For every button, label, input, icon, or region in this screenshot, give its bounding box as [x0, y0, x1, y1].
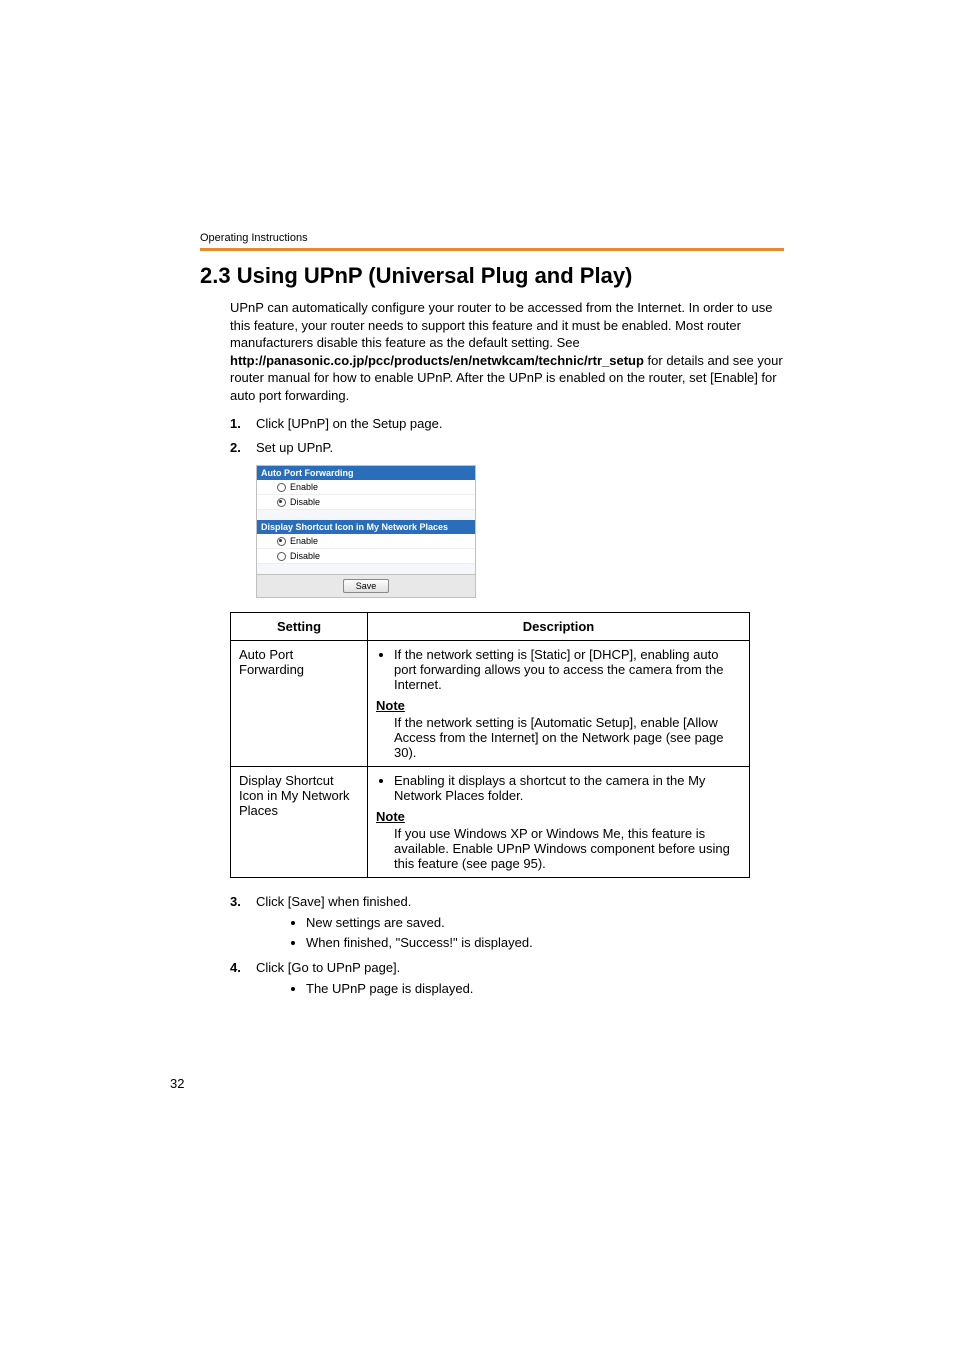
- table-row: Auto Port Forwarding If the network sett…: [231, 641, 750, 767]
- list-item: New settings are saved.: [306, 914, 784, 932]
- radio-icon: [277, 483, 286, 492]
- sub-bullets: The UPnP page is displayed.: [256, 980, 784, 998]
- setting-name: Display Shortcut Icon in My Network Plac…: [231, 767, 368, 878]
- section-title: 2.3 Using UPnP (Universal Plug and Play): [200, 263, 784, 289]
- running-header: Operating Instructions: [200, 232, 784, 244]
- spacer: [257, 564, 475, 574]
- setting-description: Enabling it displays a shortcut to the c…: [368, 767, 750, 878]
- upnp-settings-screenshot: Auto Port Forwarding Enable Disable Disp…: [256, 465, 476, 598]
- desc-bullet: If the network setting is [Static] or [D…: [394, 647, 741, 692]
- step-1: 1. Click [UPnP] on the Setup page.: [230, 414, 784, 434]
- save-footer: Save: [257, 574, 475, 597]
- step-text: Click [UPnP] on the Setup page.: [256, 414, 784, 434]
- intro-url: http://panasonic.co.jp/pcc/products/en/n…: [230, 353, 644, 368]
- radio-icon: [277, 552, 286, 561]
- step-text-inner: Click [Go to UPnP page].: [256, 960, 400, 975]
- step-text: Click [Save] when finished. New settings…: [256, 892, 784, 954]
- col-setting: Setting: [231, 613, 368, 641]
- setting-description: If the network setting is [Static] or [D…: [368, 641, 750, 767]
- shortcut-disable-row[interactable]: Disable: [257, 549, 475, 564]
- shortcut-icon-header: Display Shortcut Icon in My Network Plac…: [257, 520, 475, 534]
- step-number: 3.: [230, 892, 256, 954]
- radio-icon: [277, 537, 286, 546]
- desc-bullet: Enabling it displays a shortcut to the c…: [394, 773, 741, 803]
- enable-label: Enable: [290, 536, 318, 546]
- list-item: The UPnP page is displayed.: [306, 980, 784, 998]
- shortcut-enable-row[interactable]: Enable: [257, 534, 475, 549]
- steps-top: 1. Click [UPnP] on the Setup page. 2. Se…: [200, 414, 784, 457]
- header-rule: [200, 248, 784, 251]
- list-item: When finished, "Success!" is displayed.: [306, 934, 784, 952]
- sub-bullets: New settings are saved. When finished, "…: [256, 914, 784, 952]
- disable-label: Disable: [290, 497, 320, 507]
- step-number: 4.: [230, 958, 256, 1000]
- step-number: 1.: [230, 414, 256, 434]
- steps-bottom: 3. Click [Save] when finished. New setti…: [200, 892, 784, 1000]
- intro-paragraph: UPnP can automatically configure your ro…: [200, 299, 784, 404]
- enable-label: Enable: [290, 482, 318, 492]
- note-label: Note: [376, 809, 741, 824]
- note-body: If you use Windows XP or Windows Me, thi…: [394, 826, 741, 871]
- step-number: 2.: [230, 438, 256, 458]
- step-3: 3. Click [Save] when finished. New setti…: [230, 892, 784, 954]
- note-body: If the network setting is [Automatic Set…: [394, 715, 741, 760]
- spacer: [257, 510, 475, 520]
- disable-label: Disable: [290, 551, 320, 561]
- intro-pre: UPnP can automatically configure your ro…: [230, 300, 772, 350]
- setting-name: Auto Port Forwarding: [231, 641, 368, 767]
- step-text-inner: Click [Save] when finished.: [256, 894, 411, 909]
- step-text: Set up UPnP.: [256, 438, 784, 458]
- radio-icon: [277, 498, 286, 507]
- auto-port-disable-row[interactable]: Disable: [257, 495, 475, 510]
- col-description: Description: [368, 613, 750, 641]
- step-4: 4. Click [Go to UPnP page]. The UPnP pag…: [230, 958, 784, 1000]
- table-row: Display Shortcut Icon in My Network Plac…: [231, 767, 750, 878]
- step-text: Click [Go to UPnP page]. The UPnP page i…: [256, 958, 784, 1000]
- note-label: Note: [376, 698, 741, 713]
- auto-port-forwarding-header: Auto Port Forwarding: [257, 466, 475, 480]
- settings-table: Setting Description Auto Port Forwarding…: [230, 612, 750, 878]
- page: Operating Instructions 2.3 Using UPnP (U…: [0, 0, 954, 1351]
- save-button[interactable]: Save: [343, 579, 390, 593]
- step-2: 2. Set up UPnP.: [230, 438, 784, 458]
- auto-port-enable-row[interactable]: Enable: [257, 480, 475, 495]
- page-number: 32: [170, 1076, 184, 1091]
